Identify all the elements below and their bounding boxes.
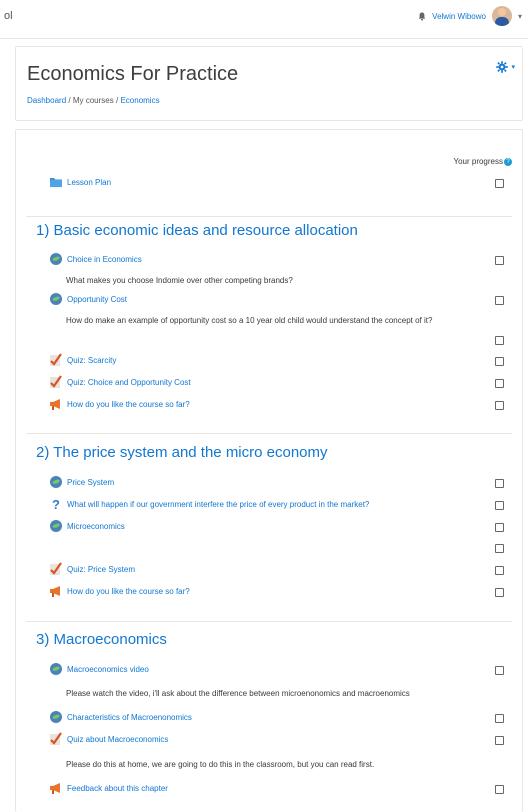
activity-link[interactable]: How do you like the course so far? bbox=[67, 400, 190, 409]
svg-text:?: ? bbox=[52, 497, 60, 511]
completion-checkbox[interactable] bbox=[495, 336, 504, 345]
activity-link[interactable]: Lesson Plan bbox=[67, 178, 111, 187]
activity-lesson-plan[interactable]: Lesson Plan bbox=[49, 174, 499, 190]
activity-link[interactable]: Quiz: Price System bbox=[67, 565, 135, 574]
activity-description: How do make an example of opportunity co… bbox=[66, 316, 433, 325]
completion-checkbox[interactable] bbox=[495, 666, 504, 675]
activity-feedback-2[interactable]: How do you like the course so far? bbox=[49, 583, 499, 599]
course-content: Your progress? Lesson Plan 1) Basic econ… bbox=[15, 129, 523, 812]
activity-link[interactable]: Characteristics of Macroenonomics bbox=[67, 713, 192, 722]
activity-link[interactable]: Quiz: Choice and Opportunity Cost bbox=[67, 378, 191, 387]
course-settings-menu[interactable]: ▾ bbox=[496, 61, 515, 73]
completion-checkbox[interactable] bbox=[495, 379, 504, 388]
completion-checkbox[interactable] bbox=[495, 714, 504, 723]
forum-icon bbox=[50, 520, 62, 532]
completion-checkbox[interactable] bbox=[495, 179, 504, 188]
user-menu[interactable]: Velwin Wibowo ▾ bbox=[418, 6, 522, 26]
breadcrumb-separator: / bbox=[115, 96, 119, 105]
activity-macro-video[interactable]: Macroeconomics video bbox=[49, 661, 499, 677]
chevron-down-icon[interactable]: ▾ bbox=[511, 63, 515, 71]
activity-link[interactable]: Choice in Economics bbox=[67, 255, 142, 264]
forum-icon bbox=[50, 711, 62, 723]
activity-quiz-price-system[interactable]: Quiz: Price System bbox=[49, 561, 499, 577]
activity-description: What makes you choose Indomie over other… bbox=[66, 276, 293, 285]
activity-opportunity-cost[interactable]: Opportunity Cost bbox=[49, 291, 499, 307]
activity-link[interactable]: Macroeconomics video bbox=[67, 665, 149, 674]
activity-link[interactable]: Microeconomics bbox=[67, 522, 125, 531]
quiz-icon bbox=[50, 353, 62, 366]
completion-checkbox[interactable] bbox=[495, 357, 504, 366]
completion-checkbox[interactable] bbox=[495, 736, 504, 745]
activity-link[interactable]: Feedback about this chapter bbox=[67, 784, 168, 793]
user-name[interactable]: Velwin Wibowo bbox=[432, 12, 486, 21]
progress-header: Your progress? bbox=[453, 157, 512, 166]
section-title[interactable]: 3) Macroeconomics bbox=[36, 631, 167, 648]
breadcrumb-economics[interactable]: Economics bbox=[120, 96, 159, 105]
section-title[interactable]: 2) The price system and the micro econom… bbox=[36, 444, 328, 461]
activity-choice-in-economics[interactable]: Choice in Economics bbox=[49, 251, 499, 267]
activity-description: Please do this at home, we are going to … bbox=[66, 760, 375, 769]
megaphone-icon bbox=[50, 783, 60, 794]
completion-checkbox[interactable] bbox=[495, 296, 504, 305]
activity-description: Please watch the video, i'll ask about t… bbox=[66, 689, 410, 698]
activity-question[interactable]: ? What will happen if our government int… bbox=[49, 496, 499, 512]
forum-icon bbox=[50, 253, 62, 265]
activity-link[interactable]: Quiz: Scarcity bbox=[67, 356, 116, 365]
section-divider bbox=[26, 621, 512, 622]
activity-link[interactable]: Price System bbox=[67, 478, 114, 487]
activity-quiz-choice[interactable]: Quiz: Choice and Opportunity Cost bbox=[49, 374, 499, 390]
completion-checkbox[interactable] bbox=[495, 401, 504, 410]
activity-link[interactable]: Opportunity Cost bbox=[67, 295, 127, 304]
breadcrumb-dashboard[interactable]: Dashboard bbox=[27, 96, 66, 105]
megaphone-icon bbox=[50, 586, 60, 597]
page-title: Economics For Practice bbox=[27, 63, 239, 85]
activity-quiz-macro[interactable]: Quiz about Macroeconomics bbox=[49, 731, 499, 747]
section-divider bbox=[26, 216, 512, 217]
folder-icon bbox=[50, 178, 62, 187]
top-navbar: ol Velwin Wibowo ▾ bbox=[0, 0, 528, 39]
completion-checkbox[interactable] bbox=[495, 479, 504, 488]
quiz-icon bbox=[50, 562, 62, 575]
avatar[interactable] bbox=[491, 6, 512, 26]
completion-checkbox[interactable] bbox=[495, 785, 504, 794]
quiz-icon bbox=[50, 375, 62, 388]
section-divider bbox=[26, 433, 512, 434]
completion-checkbox[interactable] bbox=[495, 544, 504, 553]
forum-icon bbox=[50, 476, 62, 488]
completion-checkbox[interactable] bbox=[495, 523, 504, 532]
activity-microeconomics[interactable]: Microeconomics bbox=[49, 518, 499, 534]
page-header: Economics For Practice Dashboard / My co… bbox=[15, 46, 523, 121]
gear-icon[interactable] bbox=[496, 61, 509, 73]
quiz-icon bbox=[50, 732, 62, 745]
megaphone-icon bbox=[50, 399, 60, 410]
breadcrumb-my-courses[interactable]: My courses bbox=[73, 96, 114, 105]
breadcrumb-separator: / bbox=[68, 96, 71, 105]
completion-checkbox[interactable] bbox=[495, 566, 504, 575]
activity-characteristics[interactable]: Characteristics of Macroenonomics bbox=[49, 709, 499, 725]
breadcrumb: Dashboard / My courses / Economics bbox=[27, 96, 160, 105]
completion-checkbox[interactable] bbox=[495, 501, 504, 510]
section-title[interactable]: 1) Basic economic ideas and resource all… bbox=[36, 222, 358, 239]
activity-feedback-3[interactable]: Feedback about this chapter bbox=[49, 780, 499, 796]
completion-checkbox[interactable] bbox=[495, 256, 504, 265]
notification-icon[interactable] bbox=[418, 12, 426, 21]
activity-quiz-scarcity[interactable]: Quiz: Scarcity bbox=[49, 352, 499, 368]
completion-checkbox[interactable] bbox=[495, 588, 504, 597]
forum-icon bbox=[50, 663, 62, 675]
site-brand[interactable]: ol bbox=[4, 10, 13, 22]
chevron-down-icon[interactable]: ▾ bbox=[518, 12, 522, 21]
activity-link[interactable]: What will happen if our government inter… bbox=[67, 500, 369, 509]
question-icon: ? bbox=[52, 497, 60, 511]
activity-feedback-1[interactable]: How do you like the course so far? bbox=[49, 396, 499, 412]
activity-price-system[interactable]: Price System bbox=[49, 474, 499, 490]
forum-icon bbox=[50, 293, 62, 305]
activity-link[interactable]: Quiz about Macroeconomics bbox=[67, 735, 168, 744]
help-icon[interactable]: ? bbox=[504, 157, 512, 166]
activity-link[interactable]: How do you like the course so far? bbox=[67, 587, 190, 596]
progress-label: Your progress bbox=[453, 157, 503, 166]
